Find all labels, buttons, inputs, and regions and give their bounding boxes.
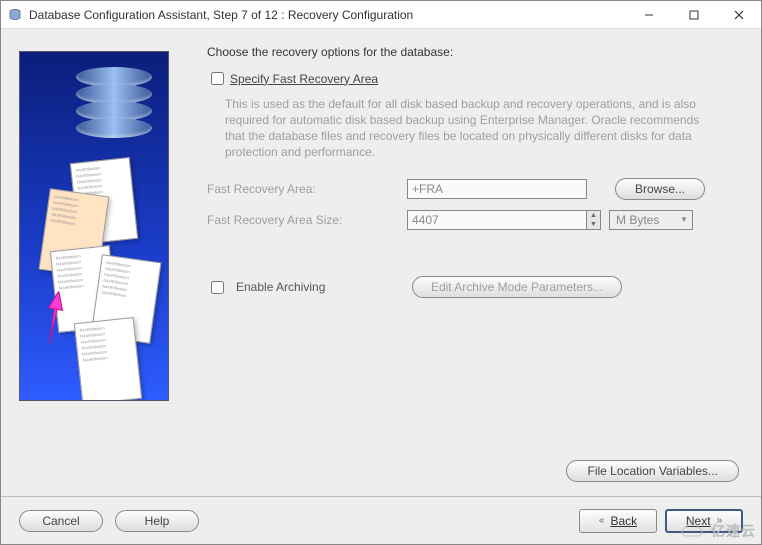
content-pane: Choose the recovery options for the data… (169, 41, 743, 490)
enable-archiving-row: Enable Archiving Edit Archive Mode Param… (207, 276, 743, 298)
app-icon (7, 7, 23, 23)
enable-archiving-label: Enable Archiving (236, 280, 412, 294)
wizard-footer: Cancel Help « Back Next » (1, 496, 761, 544)
fra-path-row: Fast Recovery Area: Browse... (207, 178, 743, 200)
help-button[interactable]: Help (115, 510, 199, 532)
window-title: Database Configuration Assistant, Step 7… (29, 8, 626, 22)
specify-fra-row: Specify Fast Recovery Area (207, 69, 743, 88)
size-unit-select[interactable]: M Bytes (609, 210, 693, 230)
fra-size-label: Fast Recovery Area Size: (207, 213, 407, 227)
spinner-up-icon[interactable]: ▲ (587, 211, 600, 220)
specify-fra-checkbox[interactable] (211, 72, 224, 85)
fra-path-label: Fast Recovery Area: (207, 182, 407, 196)
window-frame: Database Configuration Assistant, Step 7… (0, 0, 762, 545)
fra-size-row: Fast Recovery Area Size: ▲ ▼ M Bytes (207, 210, 743, 230)
cancel-button[interactable]: Cancel (19, 510, 103, 532)
size-spinner[interactable]: ▲ ▼ (587, 210, 601, 230)
titlebar: Database Configuration Assistant, Step 7… (1, 1, 761, 29)
specify-fra-label: Specify Fast Recovery Area (230, 72, 378, 86)
chevron-left-icon: « (599, 515, 605, 526)
edit-archive-params-button[interactable]: Edit Archive Mode Parameters... (412, 276, 622, 298)
next-label: Next (686, 514, 711, 528)
next-button[interactable]: Next » (665, 509, 743, 533)
spinner-down-icon[interactable]: ▼ (587, 220, 600, 229)
size-unit-value: M Bytes (616, 213, 659, 227)
fra-path-input[interactable] (407, 179, 587, 199)
main-area: N4xR08wtsen N4xR08wtsen N4xR08wtsen N4xR… (1, 29, 761, 496)
window-controls (626, 1, 761, 28)
wizard-side-image: N4xR08wtsen N4xR08wtsen N4xR08wtsen N4xR… (19, 51, 169, 401)
file-location-variables-button[interactable]: File Location Variables... (566, 460, 739, 482)
browse-button[interactable]: Browse... (615, 178, 705, 200)
back-label: Back (610, 514, 637, 528)
fra-description: This is used as the default for all disk… (225, 96, 721, 160)
document-icon: N4xR08wtsen N4xR08wtsen N4xR08wtsen N4xR… (74, 317, 142, 401)
chevron-right-icon: » (717, 515, 723, 526)
minimize-button[interactable] (626, 1, 671, 28)
enable-archiving-checkbox[interactable] (211, 281, 224, 294)
database-icon (76, 70, 152, 142)
maximize-button[interactable] (671, 1, 716, 28)
fra-size-input[interactable] (407, 210, 587, 230)
close-button[interactable] (716, 1, 761, 28)
back-button[interactable]: « Back (579, 509, 657, 533)
page-header: Choose the recovery options for the data… (207, 45, 743, 59)
